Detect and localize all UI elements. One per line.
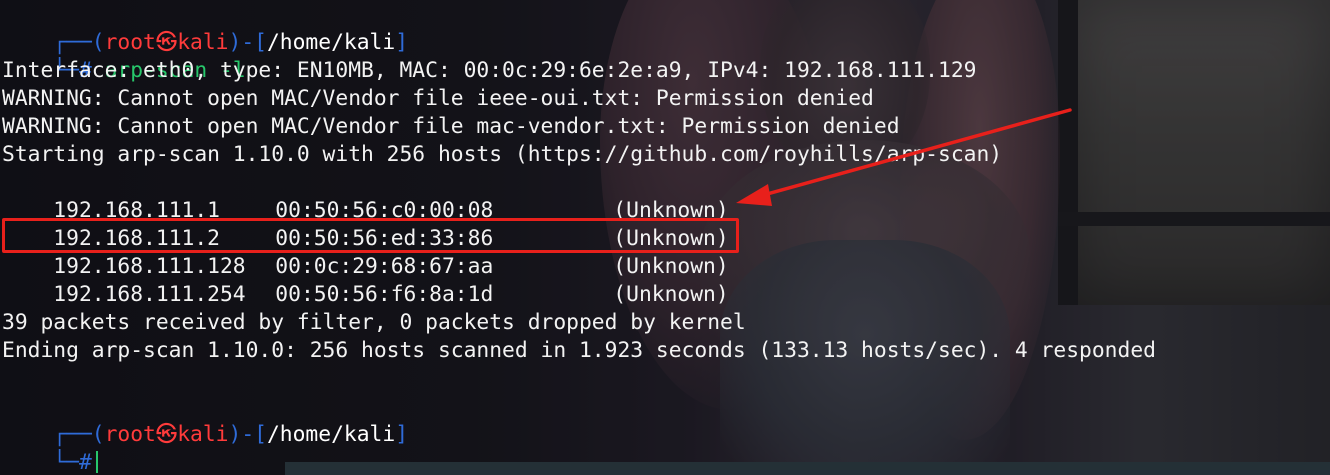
host-mac: 00:50:56:f6:8a:1d [275, 282, 494, 307]
prompt-hash: # [78, 450, 92, 475]
prompt-line-bottom: ┌──(root㉿kali)-[/home/kali] [2, 393, 408, 447]
prompt-path: /home/kali [266, 422, 396, 447]
prompt-host: kali [177, 422, 229, 447]
host-vendor: (Unknown) [613, 282, 729, 307]
host-row: 192.168.111.254 00:50:56:f6:8a:1d (Unknown… [2, 253, 728, 307]
text-cursor [95, 451, 98, 473]
command-line-top: └─# arp-scan -l [2, 29, 245, 83]
output-line-packets: 39 packets received by filter, 0 packets… [2, 310, 746, 335]
output-line-interface: Interface: eth0, type: EN10MB, MAC: 00:0… [2, 58, 977, 83]
prompt-frame-close: ] [395, 422, 409, 447]
prompt-path: /home/kali [266, 30, 396, 55]
prompt-line-top: ┌──(root㉿kali)-[/home/kali] [2, 1, 408, 55]
output-line-starting: Starting arp-scan 1.10.0 with 256 hosts … [2, 142, 1003, 167]
prompt-frame-close: ] [395, 30, 409, 55]
prompt-user: root [104, 422, 156, 447]
command-line-bottom[interactable]: └─# [2, 421, 98, 475]
prompt-corner: └─ [53, 450, 79, 475]
output-line-warning-oui: WARNING: Cannot open MAC/Vendor file iee… [2, 86, 874, 111]
annotation-highlight-box [2, 218, 739, 253]
host-row: 192.168.111.1 00:50:56:c0:00:08 (Unknown) [2, 169, 728, 223]
output-line-ending: Ending arp-scan 1.10.0: 256 hosts scanne… [2, 338, 1156, 363]
host-ip: 192.168.111.254 [53, 282, 246, 307]
output-line-warning-vendor: WARNING: Cannot open MAC/Vendor file mac… [2, 114, 900, 139]
prompt-at-symbol: ㉿ [155, 422, 178, 447]
prompt-frame-sep: )-[ [228, 422, 267, 447]
